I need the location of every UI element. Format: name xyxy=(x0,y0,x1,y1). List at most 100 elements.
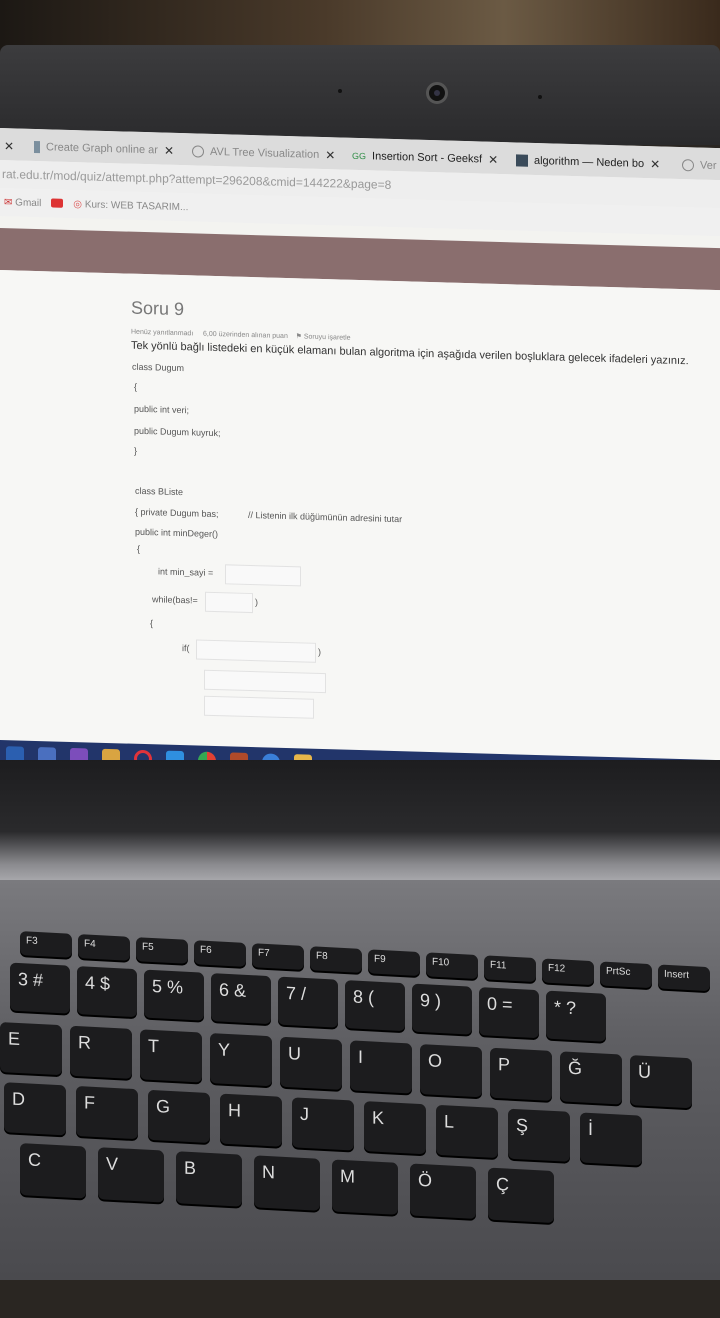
tab-algorithm[interactable]: algorithm — Neden bo ✕ xyxy=(516,148,664,176)
function-key[interactable]: F10 xyxy=(426,952,478,980)
code-comment: // Listenin ilk düğümünün adresini tutar xyxy=(248,509,403,525)
tab-insertion-sort[interactable]: GG Insertion Sort - Geeksf ✕ xyxy=(352,144,502,172)
function-key[interactable]: F8 xyxy=(310,946,362,973)
letter-key[interactable]: Ö xyxy=(410,1163,476,1219)
number-key[interactable]: 7 / xyxy=(278,976,338,1028)
tab-ver[interactable]: Ver xyxy=(682,153,720,178)
bookmark-course[interactable]: ◎ Kurs: WEB TASARIM... xyxy=(73,199,188,213)
sensor-dot xyxy=(538,95,542,99)
answer-input-min[interactable] xyxy=(225,564,301,587)
letter-key[interactable]: K xyxy=(364,1101,426,1155)
letter-key[interactable]: T xyxy=(140,1029,202,1083)
function-key[interactable]: F6 xyxy=(194,940,246,967)
function-key[interactable]: F12 xyxy=(542,958,594,986)
letter-key[interactable]: Ğ xyxy=(560,1051,622,1105)
answer-input-line5[interactable] xyxy=(204,669,326,694)
code-line: int min_sayi = xyxy=(158,566,214,578)
function-key[interactable]: F5 xyxy=(136,937,188,964)
code-line: if( xyxy=(182,643,190,654)
globe-icon xyxy=(682,159,694,172)
letter-key[interactable]: B xyxy=(176,1151,242,1207)
letter-key[interactable]: V xyxy=(98,1147,164,1203)
close-icon[interactable]: ✕ xyxy=(488,153,498,167)
function-key[interactable]: Insert xyxy=(658,964,710,992)
code-line: ) xyxy=(255,597,258,608)
tab-label: Create Graph online ar xyxy=(46,141,158,157)
function-key[interactable]: F9 xyxy=(368,949,420,977)
function-key[interactable]: PrtSc xyxy=(600,961,652,989)
code-line: public int veri; xyxy=(134,403,190,416)
question-status: Henüz yanıtlanmadı xyxy=(131,328,194,338)
question-title: Soru 9 xyxy=(131,297,185,320)
letter-key[interactable]: İ xyxy=(580,1112,642,1166)
stackexchange-icon xyxy=(516,154,528,167)
tab-label: Ver xyxy=(700,159,717,173)
letter-key[interactable]: N xyxy=(254,1155,320,1211)
bookmark-youtube[interactable] xyxy=(51,198,64,209)
laptop-screen: ✕ Create Graph online ar ✕ AVL Tree Visu… xyxy=(0,128,720,789)
code-line: } xyxy=(134,445,138,456)
letter-key[interactable]: E xyxy=(0,1022,62,1076)
answer-input-line6[interactable] xyxy=(204,695,314,719)
tab-avl-tree[interactable]: AVL Tree Visualization ✕ xyxy=(192,139,342,167)
letter-key[interactable]: O xyxy=(420,1044,482,1098)
number-key[interactable]: 3 # xyxy=(10,962,70,1014)
letter-key[interactable]: Ç xyxy=(488,1167,554,1224)
answer-input-if[interactable] xyxy=(196,639,316,663)
letter-key[interactable]: J xyxy=(292,1097,354,1151)
tab-label: AVL Tree Visualization xyxy=(210,145,320,161)
letter-key[interactable]: G xyxy=(148,1089,210,1144)
course-icon: ◎ xyxy=(73,198,83,210)
close-icon[interactable]: ✕ xyxy=(650,157,660,171)
gmail-icon: ✉ xyxy=(4,196,13,208)
code-line: public int minDeger() xyxy=(135,526,219,540)
answer-input-while[interactable] xyxy=(205,591,253,614)
code-line: ) xyxy=(318,646,321,657)
letter-key[interactable]: U xyxy=(280,1036,342,1090)
number-key[interactable]: * ? xyxy=(546,990,606,1042)
number-key[interactable]: 4 $ xyxy=(77,966,137,1018)
quiz-content: Soru 9 Henüz yanıtlanmadı 6,00 üzerinden… xyxy=(0,270,720,761)
url-text: rat.edu.tr/mod/quiz/attempt.php?attempt=… xyxy=(2,167,392,192)
code-line: { xyxy=(150,618,154,629)
letter-key[interactable]: C xyxy=(20,1143,86,1199)
number-key[interactable]: 9 ) xyxy=(412,983,472,1035)
bookmark-gmail[interactable]: ✉ Gmail xyxy=(4,197,41,209)
letter-key[interactable]: H xyxy=(220,1093,282,1147)
youtube-icon xyxy=(51,198,64,209)
letter-key[interactable]: Y xyxy=(210,1033,272,1087)
function-key[interactable]: F11 xyxy=(484,955,536,983)
code-line: { private Dugum bas; xyxy=(135,506,219,520)
function-key[interactable]: F4 xyxy=(78,934,130,961)
keyboard: F3 F4 F5 F6 F7 F8 F9 F10 F11 F12 PrtSc Insert 3 #4 $… xyxy=(0,930,720,1318)
tab-label: Insertion Sort - Geeksf xyxy=(372,150,483,166)
flag-question-link[interactable]: ⚑ Soruyu işaretle xyxy=(296,333,351,342)
letter-key[interactable]: M xyxy=(332,1159,398,1215)
letter-key[interactable]: D xyxy=(4,1082,66,1136)
letter-key[interactable]: I xyxy=(350,1040,412,1094)
letter-key[interactable]: F xyxy=(76,1085,138,1140)
function-key[interactable]: F3 xyxy=(20,931,72,958)
number-key[interactable]: 8 ( xyxy=(345,980,405,1032)
letter-key[interactable]: Ş xyxy=(508,1108,570,1162)
letter-key[interactable]: L xyxy=(436,1104,498,1159)
laptop-screen-bottom-bezel xyxy=(0,760,720,890)
question-text: Tek yönlü bağlı listedeki en küçük elama… xyxy=(131,339,689,368)
letter-key[interactable]: R xyxy=(70,1025,132,1079)
flag-icon: ⚑ xyxy=(295,333,302,341)
letter-key[interactable]: P xyxy=(490,1047,552,1101)
tab-create-graph[interactable]: Create Graph online ar ✕ xyxy=(34,135,174,163)
close-icon[interactable]: ✕ xyxy=(325,148,335,162)
number-key[interactable]: 6 & xyxy=(211,973,271,1025)
number-key[interactable]: 0 = xyxy=(479,987,539,1039)
code-line: while(bas!= xyxy=(152,594,198,606)
code-line: class BListe xyxy=(135,485,184,498)
function-key[interactable]: F7 xyxy=(252,943,304,970)
number-key[interactable]: 5 % xyxy=(144,969,204,1021)
close-icon[interactable]: ✕ xyxy=(164,144,174,158)
letter-key[interactable]: Ü xyxy=(630,1055,692,1109)
tab-close-icon[interactable]: ✕ xyxy=(4,134,14,158)
code-line: class Dugum xyxy=(132,361,185,374)
sensor-dot xyxy=(338,89,342,93)
code-line: { xyxy=(134,381,138,392)
